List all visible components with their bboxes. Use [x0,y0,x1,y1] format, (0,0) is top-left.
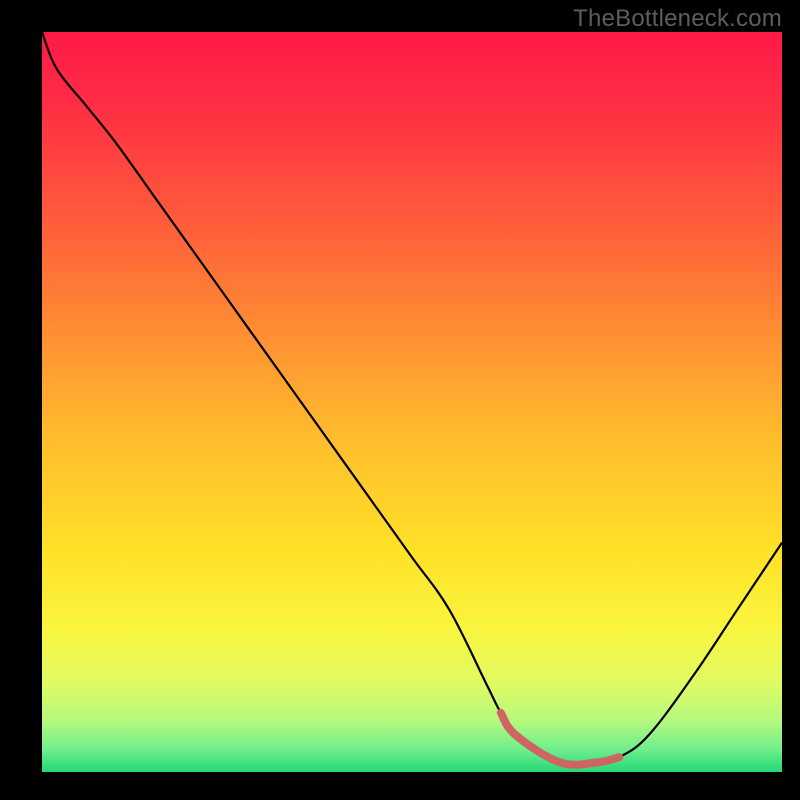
watermark-text: TheBottleneck.com [573,5,782,33]
gradient-background [42,32,782,772]
chart-container [42,32,782,772]
bottleneck-curve-chart [42,32,782,772]
